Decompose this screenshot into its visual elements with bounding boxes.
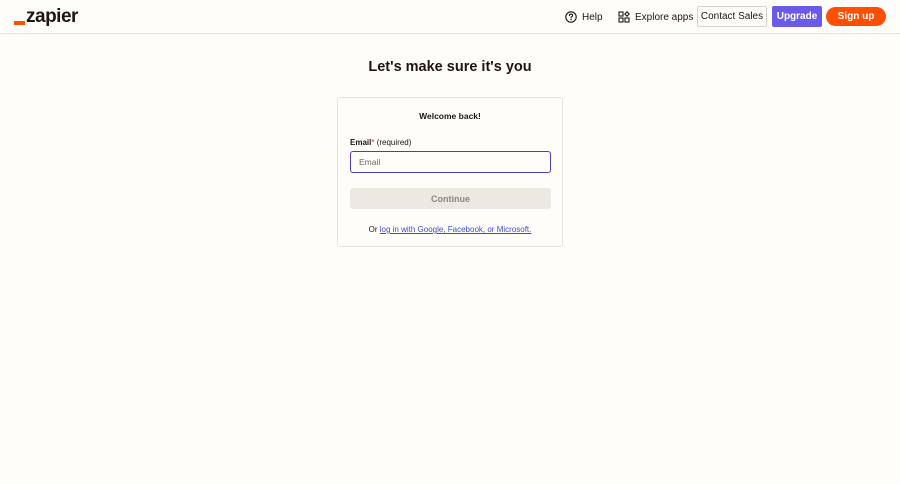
sign-up-button[interactable]: Sign up <box>826 7 886 26</box>
required-asterisk: * <box>371 138 375 147</box>
explore-apps-label: Explore apps <box>635 11 694 23</box>
apps-grid-icon <box>618 11 630 23</box>
upgrade-button[interactable]: Upgrade <box>772 6 822 27</box>
email-input[interactable] <box>350 151 551 173</box>
logo-underscore-mark <box>14 21 25 25</box>
zapier-logo[interactable]: zapier <box>14 6 78 28</box>
email-label-text: Email <box>350 138 372 147</box>
login-card: Welcome back! Email* (required) Continue… <box>337 97 563 247</box>
email-field-label: Email* (required) <box>350 138 411 147</box>
page-title: Let's make sure it's you <box>368 59 532 75</box>
explore-apps-link[interactable]: Explore apps <box>618 10 693 24</box>
alternative-login-text: Or log in with Google, Facebook, or Micr… <box>338 225 562 234</box>
contact-sales-button[interactable]: Contact Sales <box>697 6 767 27</box>
welcome-title: Welcome back! <box>419 111 481 121</box>
social-login-link[interactable]: log in with Google, Facebook, or Microso… <box>380 225 532 234</box>
help-link[interactable]: Help <box>565 10 603 24</box>
logo-text: zapier <box>26 6 78 27</box>
continue-button[interactable]: Continue <box>350 188 551 209</box>
alt-login-prefix: Or <box>368 225 380 234</box>
help-circle-icon <box>565 11 577 23</box>
top-navigation-bar: zapier Help Explore apps Contact Sales U… <box>0 0 900 34</box>
help-label: Help <box>582 11 603 23</box>
required-text: (required) <box>376 138 412 147</box>
